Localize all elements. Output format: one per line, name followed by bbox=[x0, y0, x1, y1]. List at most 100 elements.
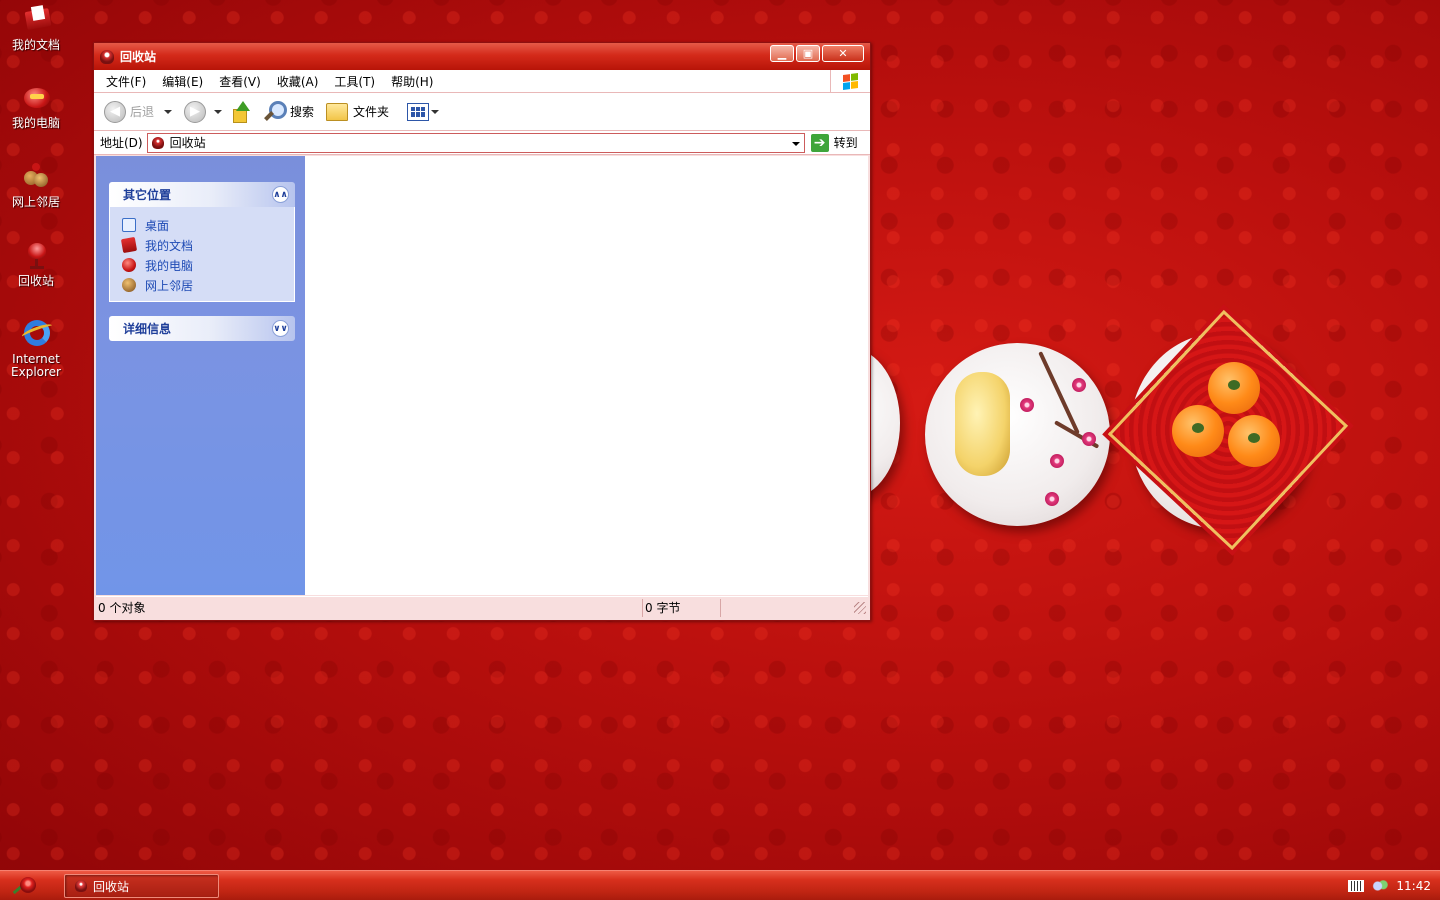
close-button[interactable]: ✕ bbox=[822, 45, 864, 62]
menu-edit[interactable]: 编辑(E) bbox=[154, 73, 211, 90]
desktop-icon bbox=[122, 218, 136, 232]
network-places-icon bbox=[20, 161, 52, 193]
menu-bar: 文件(F) 编辑(E) 查看(V) 收藏(A) 工具(T) 帮助(H) bbox=[94, 70, 870, 93]
other-places-title: 其它位置 bbox=[123, 188, 172, 202]
back-label: 后退 bbox=[130, 105, 155, 119]
place-label: 网上邻居 bbox=[145, 278, 194, 293]
recycle-bin-icon bbox=[75, 880, 87, 892]
rose-start-icon bbox=[20, 877, 36, 893]
close-icon: ✕ bbox=[838, 47, 848, 60]
minimize-button[interactable]: ▁ bbox=[770, 45, 794, 62]
my-documents-icon bbox=[120, 236, 138, 254]
place-label: 桌面 bbox=[145, 218, 170, 233]
address-bar: 地址(D) 回收站 ➔ 转到 bbox=[94, 131, 870, 155]
taskbar-window-button[interactable]: 回收站 bbox=[64, 874, 219, 898]
details-header[interactable]: 详细信息 ∨∨ bbox=[109, 316, 295, 341]
recycle-bin-icon bbox=[151, 136, 164, 149]
back-arrow-icon: ◀ bbox=[104, 100, 126, 123]
address-field[interactable]: 回收站 bbox=[146, 132, 805, 153]
desktop-icon-label: 回收站 bbox=[17, 274, 54, 288]
recycle-bin-window: 回收站 ▁ ▣ ✕ 文件(F) 编辑(E) 查看(V) 收藏(A) 工具(T) … bbox=[93, 42, 871, 621]
wallpaper-red-mat bbox=[1107, 309, 1349, 551]
menu-favorites[interactable]: 收藏(A) bbox=[269, 73, 327, 90]
collapse-icon[interactable]: ∧∧ bbox=[272, 186, 289, 203]
go-arrow-icon: ➔ bbox=[810, 133, 829, 152]
wallpaper-orange bbox=[1172, 405, 1224, 457]
chevron-down-icon[interactable] bbox=[791, 141, 800, 146]
go-button[interactable]: ➔ 转到 bbox=[810, 133, 858, 152]
other-places-panel: 其它位置 ∧∧ 桌面 我的文档 我的电脑 网上邻居 bbox=[109, 182, 295, 302]
place-label: 我的电脑 bbox=[145, 258, 194, 273]
desktop-icon-label: 我的文档 bbox=[11, 38, 60, 52]
network-tray-icon[interactable] bbox=[1372, 880, 1389, 892]
go-label: 转到 bbox=[833, 136, 858, 150]
wallpaper-orange bbox=[1228, 415, 1280, 467]
minimize-icon: ▁ bbox=[777, 47, 787, 60]
start-button[interactable] bbox=[8, 875, 42, 897]
wallpaper-blossom bbox=[1045, 492, 1059, 506]
place-desktop[interactable]: 桌面 bbox=[122, 215, 294, 235]
status-bar: 0 个对象 0 字节 bbox=[96, 596, 868, 618]
desktop-icon-label-line2: Explorer bbox=[11, 365, 61, 379]
place-label: 我的文档 bbox=[145, 238, 194, 253]
desktop-icon-my-documents[interactable]: 我的文档 bbox=[4, 4, 68, 52]
chevron-down-icon bbox=[431, 109, 440, 114]
recycle-bin-icon bbox=[100, 49, 114, 64]
window-titlebar[interactable]: 回收站 ▁ ▣ ✕ bbox=[94, 43, 870, 70]
other-places-list: 桌面 我的文档 我的电脑 网上邻居 bbox=[109, 207, 295, 302]
back-button[interactable]: ◀ 后退 bbox=[104, 100, 173, 123]
toolbar: ◀ 后退 ▶ 搜索 文件夹 bbox=[94, 93, 870, 131]
desktop-icon-my-computer[interactable]: 我的电脑 bbox=[4, 82, 68, 130]
wallpaper-blossom bbox=[1020, 398, 1034, 412]
my-documents-icon bbox=[20, 4, 52, 36]
menu-view[interactable]: 查看(V) bbox=[211, 73, 269, 90]
desktop-icon-internet-explorer[interactable]: Internet Explorer bbox=[4, 318, 68, 379]
address-value: 回收站 bbox=[169, 136, 206, 150]
forward-button[interactable]: ▶ bbox=[184, 100, 223, 123]
maximize-icon: ▣ bbox=[802, 47, 814, 60]
folder-up-icon bbox=[230, 100, 251, 123]
resize-grip-icon[interactable] bbox=[854, 601, 866, 614]
place-my-computer[interactable]: 我的电脑 bbox=[122, 255, 294, 275]
place-my-documents[interactable]: 我的文档 bbox=[120, 235, 294, 255]
search-icon bbox=[262, 100, 288, 124]
clock[interactable]: 11:42 bbox=[1396, 879, 1431, 893]
forward-arrow-icon: ▶ bbox=[184, 100, 207, 123]
task-pane: 其它位置 ∧∧ 桌面 我的文档 我的电脑 网上邻居 详细信息 ∨∨ bbox=[96, 156, 305, 595]
wallpaper-gold-ingot bbox=[955, 372, 1010, 476]
file-list-area[interactable] bbox=[305, 156, 868, 595]
chevron-down-icon[interactable] bbox=[214, 109, 223, 114]
window-content: 其它位置 ∧∧ 桌面 我的文档 我的电脑 网上邻居 详细信息 ∨∨ bbox=[96, 156, 868, 595]
menu-help[interactable]: 帮助(H) bbox=[383, 73, 441, 90]
network-places-icon bbox=[122, 278, 136, 292]
folder-icon bbox=[326, 102, 349, 121]
keyboard-icon[interactable] bbox=[1348, 880, 1365, 892]
desktop-icon-recycle-bin[interactable]: 回收站 bbox=[4, 240, 68, 288]
window-title: 回收站 bbox=[120, 50, 157, 64]
system-tray: 11:42 bbox=[1320, 871, 1440, 900]
up-button[interactable] bbox=[230, 100, 251, 123]
wallpaper-blossom bbox=[1050, 454, 1064, 468]
views-icon bbox=[407, 102, 430, 121]
chevron-down-icon[interactable] bbox=[164, 109, 173, 114]
menu-tools[interactable]: 工具(T) bbox=[326, 73, 383, 90]
folders-button[interactable]: 文件夹 bbox=[326, 102, 389, 121]
desktop-icon-network-places[interactable]: 网上邻居 bbox=[4, 161, 68, 209]
status-objects: 0 个对象 bbox=[98, 601, 146, 615]
my-computer-icon bbox=[122, 258, 136, 272]
status-zone-cell bbox=[721, 599, 851, 617]
maximize-button[interactable]: ▣ bbox=[796, 45, 820, 62]
expand-icon[interactable]: ∨∨ bbox=[272, 320, 289, 337]
desktop-icon-label: 网上邻居 bbox=[11, 195, 60, 209]
details-title: 详细信息 bbox=[123, 322, 172, 336]
search-button[interactable]: 搜索 bbox=[262, 100, 314, 124]
menu-file[interactable]: 文件(F) bbox=[98, 73, 154, 90]
windows-logo-icon bbox=[830, 70, 870, 92]
taskbar-window-label: 回收站 bbox=[93, 879, 130, 894]
views-button[interactable] bbox=[407, 102, 440, 121]
recycle-bin-icon bbox=[20, 240, 52, 272]
wallpaper-blossom bbox=[1072, 378, 1086, 392]
other-places-header[interactable]: 其它位置 ∧∧ bbox=[109, 182, 295, 207]
place-network-places[interactable]: 网上邻居 bbox=[122, 275, 294, 295]
internet-explorer-icon bbox=[20, 318, 54, 350]
